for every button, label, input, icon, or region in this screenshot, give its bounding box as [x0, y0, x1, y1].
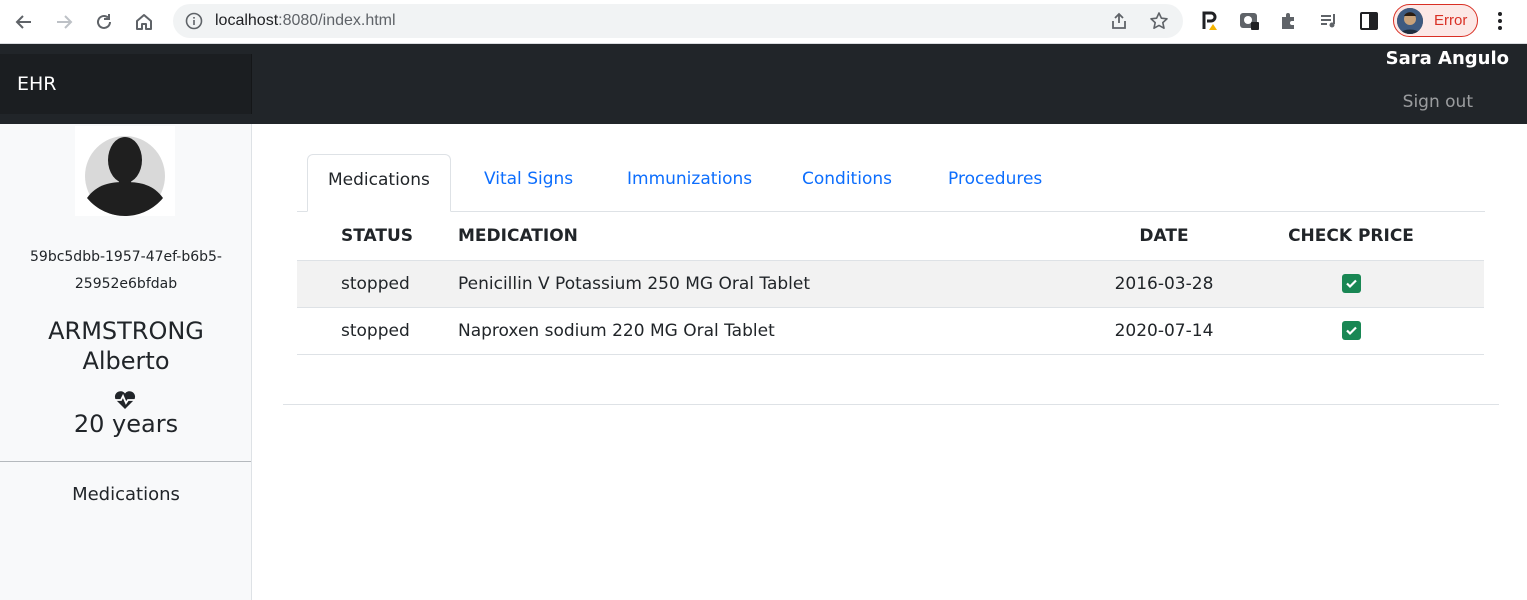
- sign-out-link[interactable]: Sign out: [1403, 92, 1473, 112]
- check-icon: [1345, 326, 1357, 336]
- cell-date: 2016-03-28: [1110, 260, 1218, 308]
- tab-vital-signs[interactable]: Vital Signs: [464, 154, 593, 205]
- cell-status: stopped: [297, 260, 458, 308]
- profile-status: Error: [1434, 12, 1468, 29]
- cell-medication: Naproxen sodium 220 MG Oral Tablet: [458, 307, 1110, 355]
- url-text: localhost:8080/index.html: [215, 12, 396, 29]
- brand-text: EHR: [17, 73, 57, 95]
- kebab-menu-icon[interactable]: [1490, 10, 1510, 32]
- back-arrow-icon[interactable]: [10, 8, 38, 36]
- cell-check-price: [1218, 307, 1484, 355]
- sidebar-divider: [0, 461, 251, 462]
- extension-icon[interactable]: [1238, 10, 1260, 32]
- sidebar-item-medications[interactable]: Medications: [0, 484, 252, 505]
- check-price-checkbox[interactable]: [1341, 321, 1361, 340]
- column-status: STATUS: [297, 212, 458, 261]
- patient-age: 20 years: [73, 410, 179, 438]
- profile-button[interactable]: Error: [1393, 4, 1478, 37]
- heartbeat-icon: [114, 391, 136, 409]
- info-icon[interactable]: [185, 12, 203, 30]
- tab-medications[interactable]: Medications: [307, 154, 451, 212]
- cell-date: 2020-07-14: [1110, 307, 1218, 355]
- app-navbar: EHR Sara Angulo Sign out: [0, 44, 1527, 124]
- media-icon[interactable]: [1318, 10, 1340, 32]
- forward-arrow-icon[interactable]: [50, 8, 78, 36]
- table-row: stopped Naproxen sodium 220 MG Oral Tabl…: [297, 307, 1484, 355]
- patient-sidebar: 59bc5dbb-1957-47ef-b6b5- 25952e6bfdab AR…: [0, 124, 252, 600]
- reload-icon[interactable]: [90, 8, 118, 36]
- cell-check-price: [1218, 260, 1484, 308]
- check-icon: [1345, 279, 1357, 289]
- column-date: DATE: [1110, 212, 1218, 261]
- cell-medication: Penicillin V Potassium 250 MG Oral Table…: [458, 260, 1110, 308]
- patient-id: 59bc5dbb-1957-47ef-b6b5- 25952e6bfdab: [30, 249, 222, 292]
- extension-icon[interactable]: [1199, 10, 1221, 32]
- check-price-checkbox[interactable]: [1341, 274, 1361, 293]
- profile-avatar: [1397, 8, 1423, 34]
- medications-table: STATUS MEDICATION DATE CHECK PRICE stopp…: [297, 212, 1484, 355]
- table-row: stopped Penicillin V Potassium 250 MG Or…: [297, 260, 1484, 308]
- puzzle-icon[interactable]: [1278, 10, 1300, 32]
- patient-name: ARMSTRONG Alberto: [48, 317, 204, 375]
- tab-conditions[interactable]: Conditions: [782, 154, 912, 205]
- side-panel-icon[interactable]: [1358, 10, 1380, 32]
- tab-procedures[interactable]: Procedures: [928, 154, 1062, 205]
- brand-logo[interactable]: EHR: [0, 54, 252, 114]
- tab-immunizations[interactable]: Immunizations: [607, 154, 772, 205]
- user-name: Sara Angulo: [1385, 48, 1509, 69]
- cell-status: stopped: [297, 307, 458, 355]
- browser-toolbar: localhost:8080/index.html Error: [0, 0, 1527, 44]
- table-header-row: STATUS MEDICATION DATE CHECK PRICE: [297, 212, 1484, 261]
- column-medication: MEDICATION: [458, 212, 1110, 261]
- share-icon[interactable]: [1109, 11, 1129, 31]
- column-check-price: CHECK PRICE: [1218, 212, 1484, 261]
- star-icon[interactable]: [1149, 11, 1169, 31]
- address-bar[interactable]: localhost:8080/index.html: [173, 4, 1183, 38]
- avatar-silhouette-icon: [75, 126, 175, 216]
- record-tabs: Medications Vital Signs Immunizations Co…: [297, 154, 1485, 212]
- content-divider: [283, 404, 1499, 405]
- home-icon[interactable]: [130, 8, 158, 36]
